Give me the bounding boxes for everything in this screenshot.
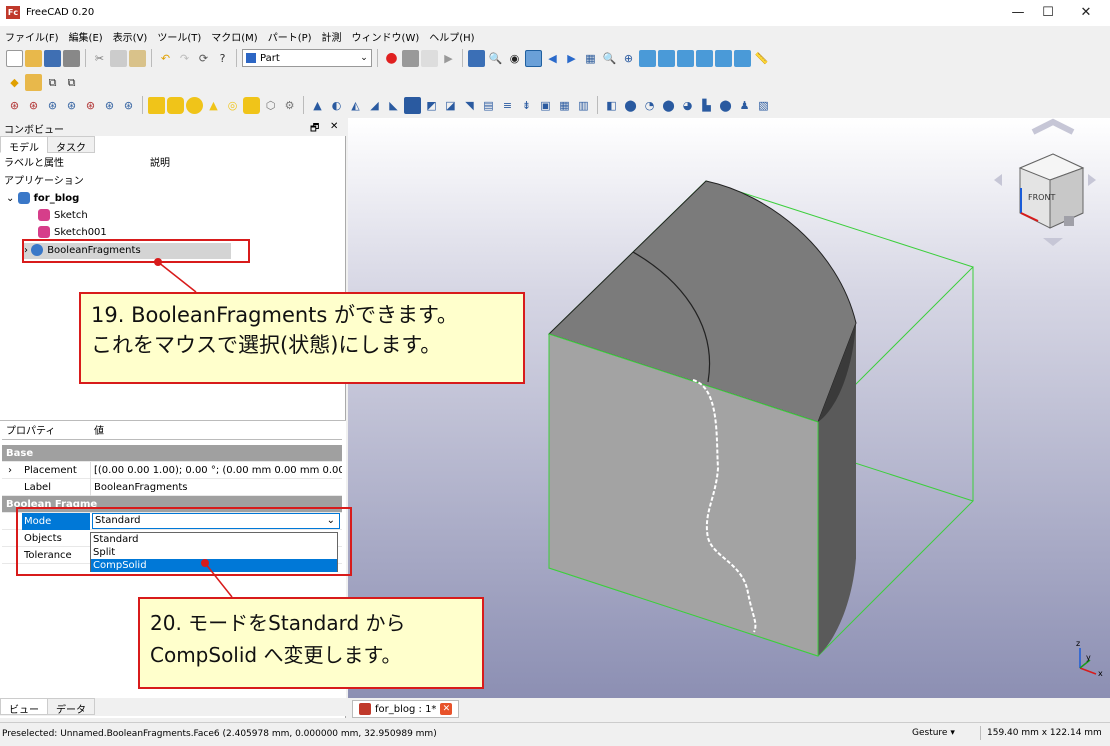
callout-step-19: 19. BooleanFragments ができます。 これをマウスで選択(状態… [79,292,525,384]
callout-line: 19. BooleanFragments ができます。 [91,303,458,327]
callout-line: 20. モードをStandard から [150,611,406,635]
callout-step-20: 20. モードをStandard から CompSolid へ変更します。 [138,597,484,689]
callout-line: CompSolid へ変更します。 [150,643,402,667]
callout-line: これをマウスで選択(状態)にします。 [91,333,442,357]
